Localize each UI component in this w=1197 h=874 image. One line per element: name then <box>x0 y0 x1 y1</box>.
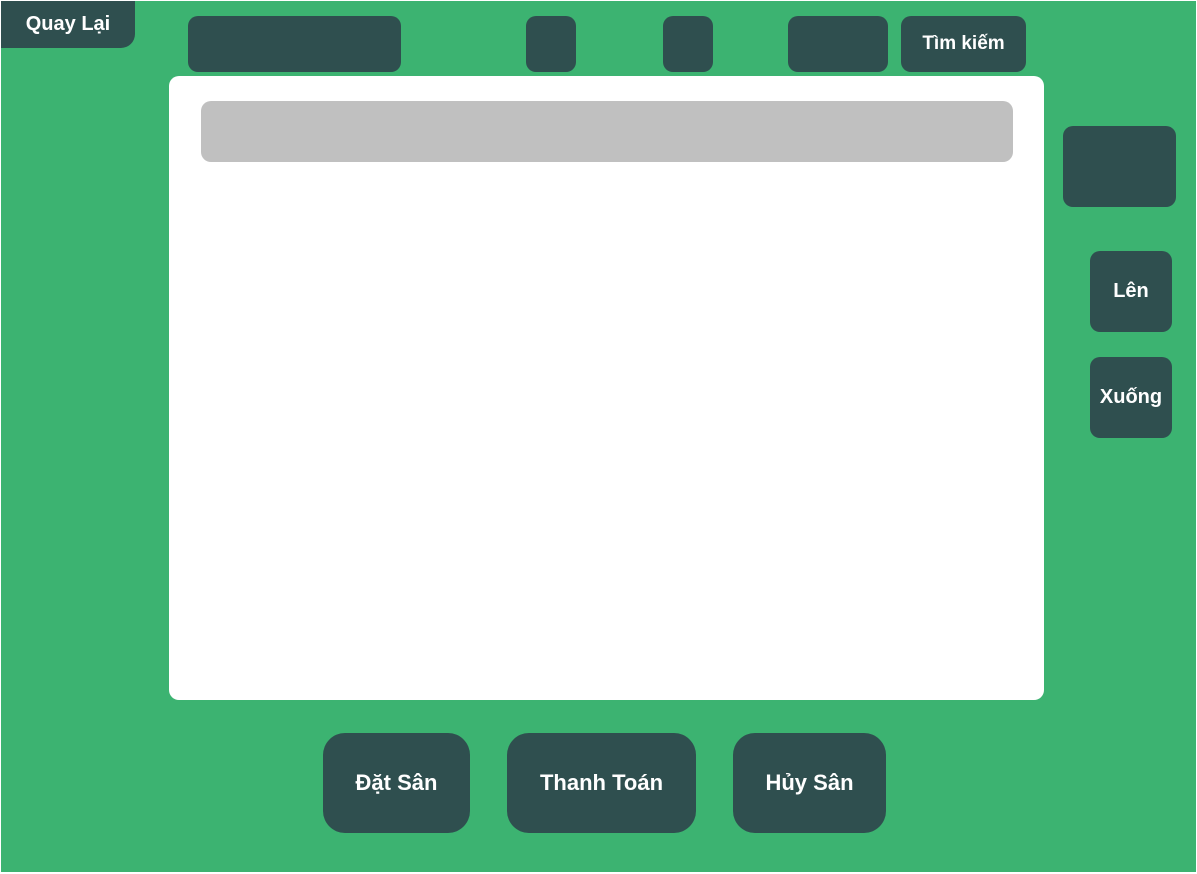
filter-field-2[interactable] <box>526 16 576 72</box>
filter-field-1[interactable] <box>188 16 401 72</box>
scroll-down-button[interactable]: Xuống <box>1090 357 1172 438</box>
content-panel <box>169 76 1044 700</box>
cancel-booking-button[interactable]: Hủy Sân <box>733 733 886 833</box>
pay-button[interactable]: Thanh Toán <box>507 733 696 833</box>
side-info-box <box>1063 126 1176 207</box>
app-screen: Quay Lại Tìm kiếm Lên Xuống Đặt Sân Than… <box>1 1 1196 872</box>
panel-header-bar <box>201 101 1013 162</box>
back-button[interactable]: Quay Lại <box>1 1 135 48</box>
scroll-up-button[interactable]: Lên <box>1090 251 1172 332</box>
search-button[interactable]: Tìm kiếm <box>901 16 1026 72</box>
book-court-button[interactable]: Đặt Sân <box>323 733 470 833</box>
filter-field-3[interactable] <box>663 16 713 72</box>
filter-field-4[interactable] <box>788 16 888 72</box>
